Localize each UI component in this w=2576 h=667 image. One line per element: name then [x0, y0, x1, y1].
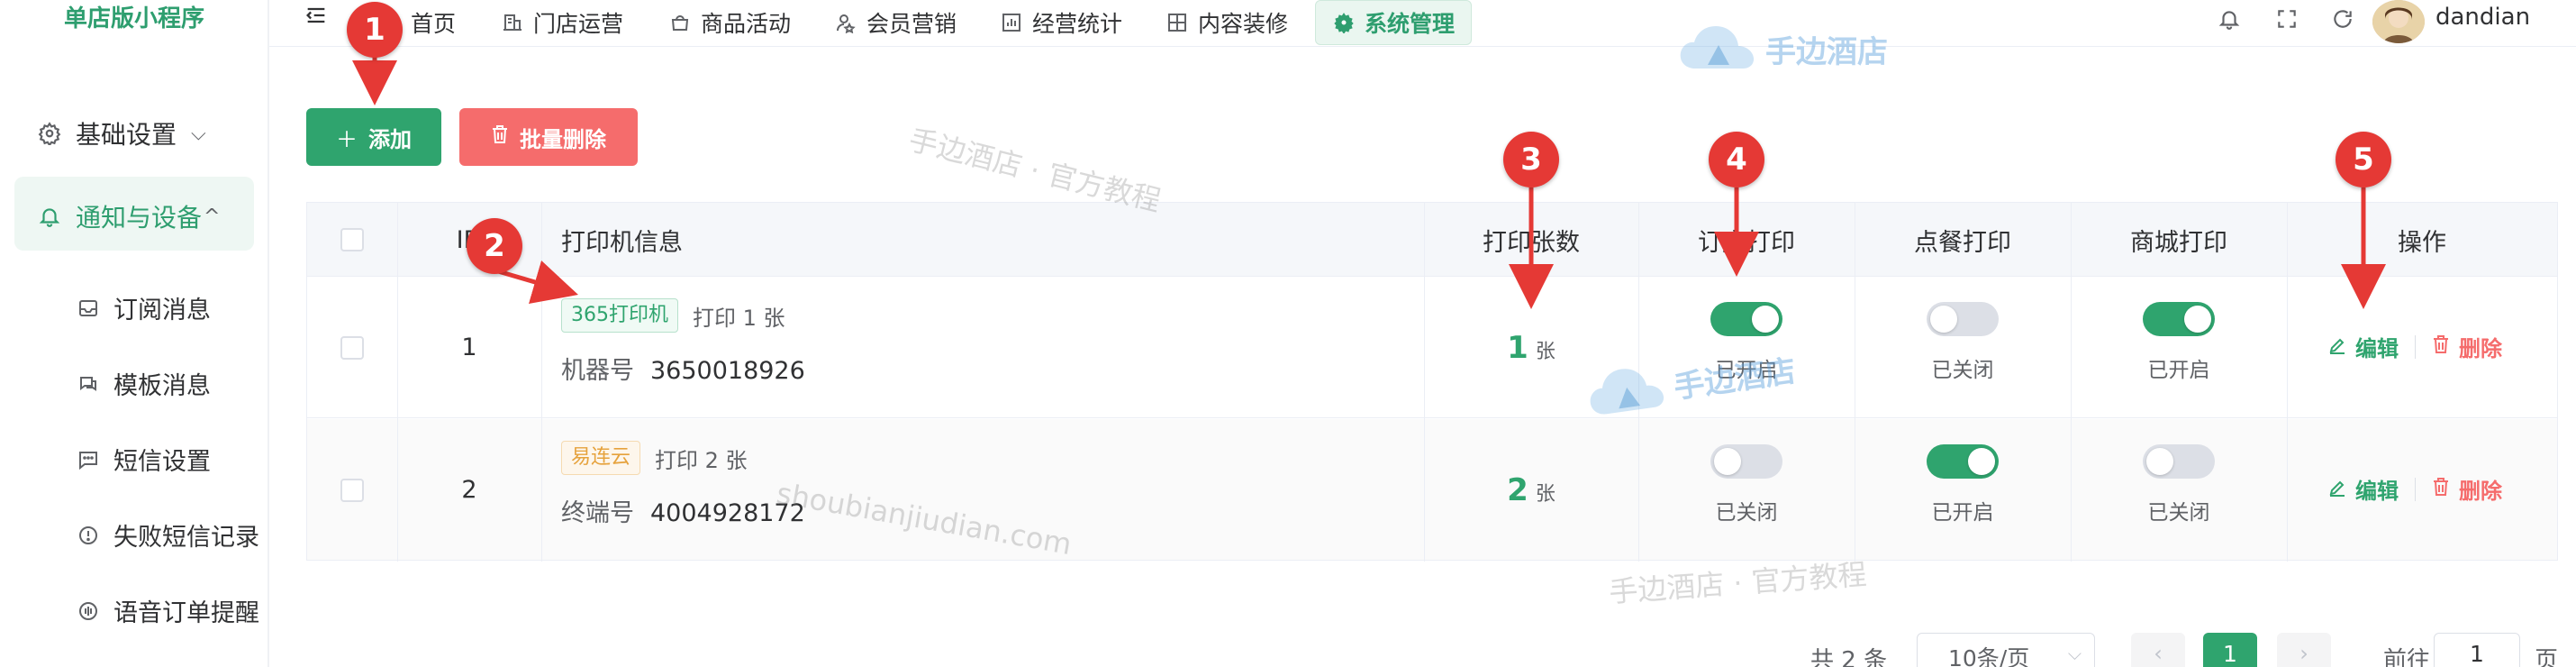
app-root: 单店版小程序 基础设置 ⌵ 通知与设备 ^ 订阅消息 模板消息 短信设置 失败短… — [0, 0, 2576, 667]
annotation-badge-1: 1 — [347, 2, 403, 58]
annotation-badge-2: 2 — [467, 218, 522, 274]
annotation-badge-5: 5 — [2336, 132, 2391, 187]
annotation-badge-4: 4 — [1709, 132, 1764, 187]
annotation-arrows — [352, 56, 2386, 309]
annotation-badge-3: 3 — [1503, 132, 1559, 187]
